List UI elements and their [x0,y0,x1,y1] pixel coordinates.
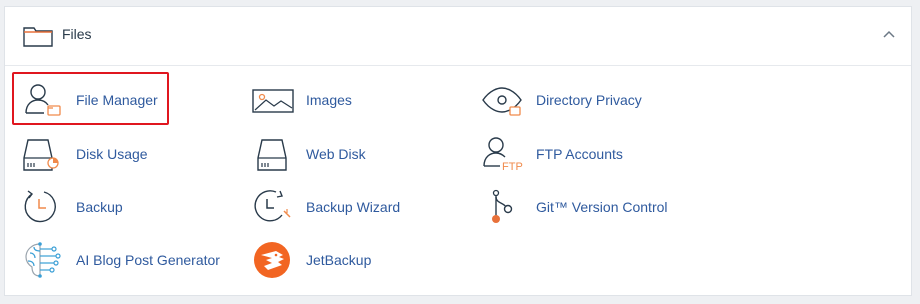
directory-privacy-link[interactable]: Directory Privacy [482,82,642,118]
ai-brain-icon [22,242,68,278]
file-manager-icon [22,82,68,118]
web-disk-label: Web Disk [306,146,366,162]
ai-blog-post-generator-label: AI Blog Post Generator [76,252,220,268]
backup-wizard-icon [252,189,298,225]
ftp-icon-text: FTP [502,161,523,172]
images-label: Images [306,92,352,108]
git-version-control-link[interactable]: Git™ Version Control [482,189,668,225]
backup-label: Backup [76,199,123,215]
disk-usage-label: Disk Usage [76,146,148,162]
jetbackup-link[interactable]: JetBackup [252,242,371,278]
chevron-up-icon[interactable] [881,27,897,43]
disk-usage-link[interactable]: Disk Usage [22,136,148,172]
ftp-accounts-icon: FTP [482,136,528,172]
web-disk-icon [252,136,298,172]
directory-privacy-label: Directory Privacy [536,92,642,108]
git-icon [482,189,528,225]
backup-wizard-label: Backup Wizard [306,199,401,215]
section-title: Files [62,26,92,42]
file-manager-label: File Manager [76,92,158,108]
web-disk-link[interactable]: Web Disk [252,136,366,172]
ftp-accounts-link[interactable]: FTP FTP Accounts [482,136,623,172]
folder-icon [23,25,53,47]
file-manager-link[interactable]: File Manager [22,82,158,118]
git-version-control-label: Git™ Version Control [536,199,668,215]
images-icon [252,82,298,118]
backup-link[interactable]: Backup [22,189,123,225]
panel-header[interactable]: Files [5,7,911,66]
ftp-accounts-label: FTP Accounts [536,146,623,162]
backup-wizard-link[interactable]: Backup Wizard [252,189,400,225]
images-link[interactable]: Images [252,82,352,118]
jetbackup-icon [252,242,298,278]
jetbackup-label: JetBackup [306,252,372,268]
backup-icon [22,189,68,225]
disk-usage-icon [22,136,68,172]
eye-icon [482,82,528,118]
ai-blog-post-generator-link[interactable]: AI Blog Post Generator [22,242,220,278]
